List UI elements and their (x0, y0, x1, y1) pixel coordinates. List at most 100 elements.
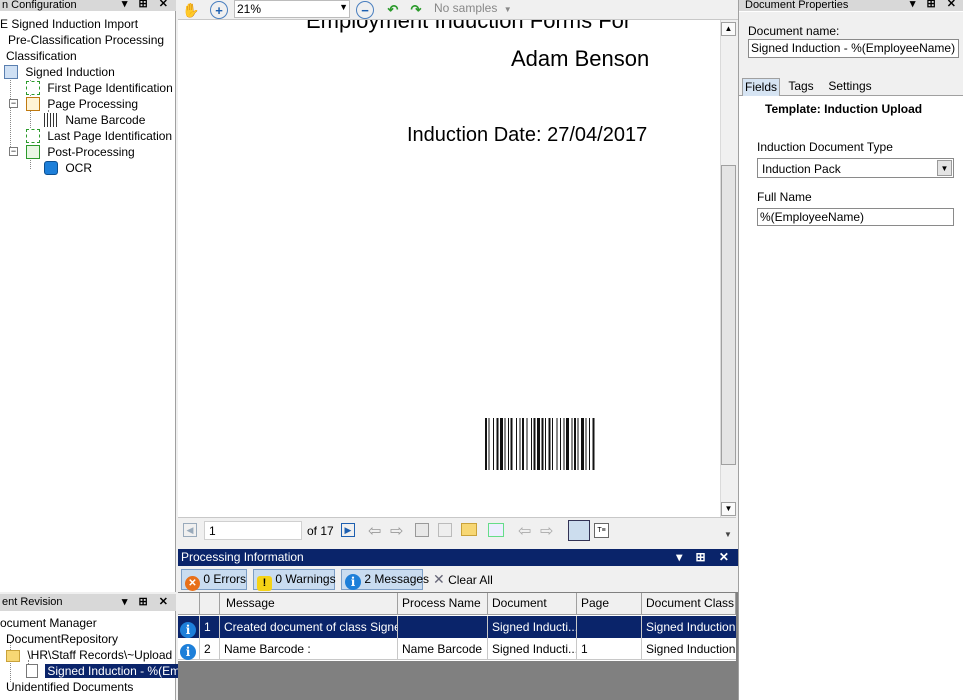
page-number-input[interactable]: 1 (204, 521, 302, 540)
tree-item-classification[interactable]: Classification (6, 48, 77, 64)
tree-item-name-barcode[interactable]: Name Barcode (44, 112, 145, 128)
barcode-bar (537, 418, 540, 470)
page-processing-collapse-icon[interactable]: − (9, 99, 18, 108)
barcode-bar (563, 418, 565, 470)
info-icon: i (180, 622, 196, 638)
tree-item-first-page[interactable]: First Page Identification (26, 80, 173, 96)
field-full-name-label: Full Name (757, 190, 812, 204)
text-view-icon[interactable]: T≡ (594, 523, 609, 538)
chevron-down-icon[interactable]: ▼ (937, 160, 952, 176)
zoom-combo[interactable]: 21% ▼ (234, 0, 350, 18)
tree-item-import[interactable]: E Signed Induction Import (0, 16, 138, 32)
document-type-select[interactable]: Induction Pack ▼ (757, 158, 954, 178)
tree-item-ocr[interactable]: OCR (44, 160, 92, 176)
go-to-page-icon[interactable]: ▶ (341, 523, 355, 537)
samples-dropdown[interactable]: No samples ▼ (434, 1, 524, 18)
scan-icon[interactable] (488, 523, 504, 537)
barcode-bar (577, 418, 579, 470)
move-right-icon[interactable]: ⇨ (390, 521, 403, 541)
page-identification-icon (26, 129, 40, 143)
zoom-dropdown-icon[interactable]: ▼ (339, 2, 348, 12)
zoom-out-icon[interactable]: − (356, 1, 374, 19)
tree-item-signed-induction[interactable]: Signed Induction (4, 64, 115, 80)
post-processing-collapse-icon[interactable]: − (9, 147, 18, 156)
table-row[interactable]: i 2 Name Barcode : Name Barcode Signed I… (178, 638, 736, 660)
header-index-col (200, 593, 220, 614)
undo-icon[interactable]: ↶ (384, 1, 402, 19)
errors-label: 0 Errors (203, 572, 247, 586)
barcode-bar (531, 418, 532, 470)
doc-name-field[interactable]: Signed Induction - %(EmployeeName) (748, 39, 959, 58)
revision-panel-controls[interactable]: ▾ ⊞ ✕ (122, 594, 172, 611)
tab-tags[interactable]: Tags (784, 78, 818, 96)
row-icon: i (178, 638, 200, 660)
clear-all-label: Clear All (448, 573, 493, 587)
samples-dropdown-icon: ▼ (503, 5, 512, 14)
tree-item-post-processing[interactable]: Post-Processing (26, 144, 135, 160)
header-document-class[interactable]: Document Class (642, 593, 736, 614)
row-process: Name Barcode (398, 638, 488, 660)
row-process (398, 616, 488, 638)
barcode-bar (571, 418, 573, 470)
row-document: Signed Inducti... (488, 616, 577, 638)
scroll-up-icon[interactable]: ▲ (721, 22, 736, 36)
folder-open-icon[interactable] (461, 523, 477, 536)
processing-toolbar: ✕ 0 Errors ! 0 Warnings i 2 Messages ✕ C… (178, 566, 738, 592)
document-viewer[interactable]: Employment Induction Forms For Adam Bens… (178, 20, 720, 517)
image-view-icon[interactable] (568, 520, 590, 541)
clear-all-button[interactable]: ✕ Clear All (433, 571, 493, 589)
tree-item-signed-document[interactable]: Signed Induction - %(Emplo (26, 663, 199, 679)
tree-item-unidentified[interactable]: Unidentified Documents (6, 679, 133, 695)
split-icon[interactable] (438, 523, 452, 537)
properties-panel-controls[interactable]: ▾ ⊞ ✕ (910, 0, 960, 10)
barcode-bar (566, 418, 569, 470)
config-panel-controls[interactable]: ▾ ⊞ ✕ (122, 0, 172, 10)
doc-name-label: Document name: (748, 24, 840, 38)
properties-title-text: Document Properties (745, 0, 849, 11)
header-document[interactable]: Document (488, 593, 577, 614)
full-name-input[interactable]: %(EmployeeName) (757, 208, 954, 226)
barcode-bar (522, 418, 524, 470)
header-message[interactable]: Message (220, 593, 398, 614)
rotate-left-icon[interactable]: ⇦ (518, 521, 531, 541)
redo-icon[interactable]: ↷ (407, 1, 425, 19)
header-page[interactable]: Page (577, 593, 642, 614)
errors-filter-button[interactable]: ✕ 0 Errors (181, 569, 247, 591)
viewer-scroll-down-small[interactable]: ▼ (720, 528, 736, 542)
zoom-in-icon[interactable]: + (210, 1, 228, 19)
warnings-filter-button[interactable]: ! 0 Warnings (253, 569, 336, 591)
processing-title: Processing Information (181, 550, 304, 564)
tab-settings[interactable]: Settings (824, 78, 876, 96)
tree-item-page-processing[interactable]: Page Processing (26, 96, 138, 112)
row-icon: i (178, 616, 200, 638)
tab-fields[interactable]: Fields (742, 78, 780, 96)
scroll-down-icon[interactable]: ▼ (721, 502, 736, 516)
row-index: 2 (200, 638, 220, 660)
rotate-right-icon[interactable]: ⇨ (540, 521, 553, 541)
header-process-name[interactable]: Process Name (398, 593, 488, 614)
move-left-icon[interactable]: ⇦ (368, 521, 381, 541)
document-revision-panel: ent Revision ▾ ⊞ ✕ ocument Manager Docum… (0, 594, 199, 700)
processing-panel: Processing Information ▾ ⊞ ✕ ✕ 0 Errors … (178, 549, 738, 700)
properties-title: Document Properties ▾ ⊞ ✕ (739, 0, 963, 11)
tree-item-preclassification[interactable]: Pre-Classification Processing (8, 32, 164, 48)
prev-page-icon[interactable]: ◀ (183, 523, 197, 537)
tree-item-repository[interactable]: DocumentRepository (6, 631, 118, 647)
messages-filter-button[interactable]: i 2 Messages (341, 569, 429, 590)
document-properties-panel: Document Properties ▾ ⊞ ✕ Document name:… (738, 0, 963, 700)
warnings-label: 0 Warnings (275, 572, 336, 586)
processing-panel-controls[interactable]: ▾ ⊞ ✕ (676, 549, 734, 566)
info-icon: i (345, 574, 361, 590)
tree-item-upload-folder[interactable]: \HR\Staff Records\~Upload (6, 647, 172, 663)
viewer-vertical-scrollbar[interactable]: ▲ ▼ (720, 20, 736, 517)
induction-date: Induction Date: 27/04/2017 (407, 124, 648, 146)
tree-item-document-manager[interactable]: ocument Manager (0, 615, 97, 631)
row-doc-class: Signed Induction (646, 642, 736, 656)
row-message: Created document of class Signe... (220, 616, 398, 638)
barcode-bar (500, 418, 503, 470)
copy-page-icon[interactable] (415, 523, 429, 537)
tree-item-last-page[interactable]: Last Page Identification (26, 128, 172, 144)
hand-tool-icon[interactable]: ✋ (182, 1, 200, 19)
scroll-thumb[interactable] (721, 165, 736, 465)
table-row[interactable]: i 1 Created document of class Signe... S… (178, 616, 736, 638)
